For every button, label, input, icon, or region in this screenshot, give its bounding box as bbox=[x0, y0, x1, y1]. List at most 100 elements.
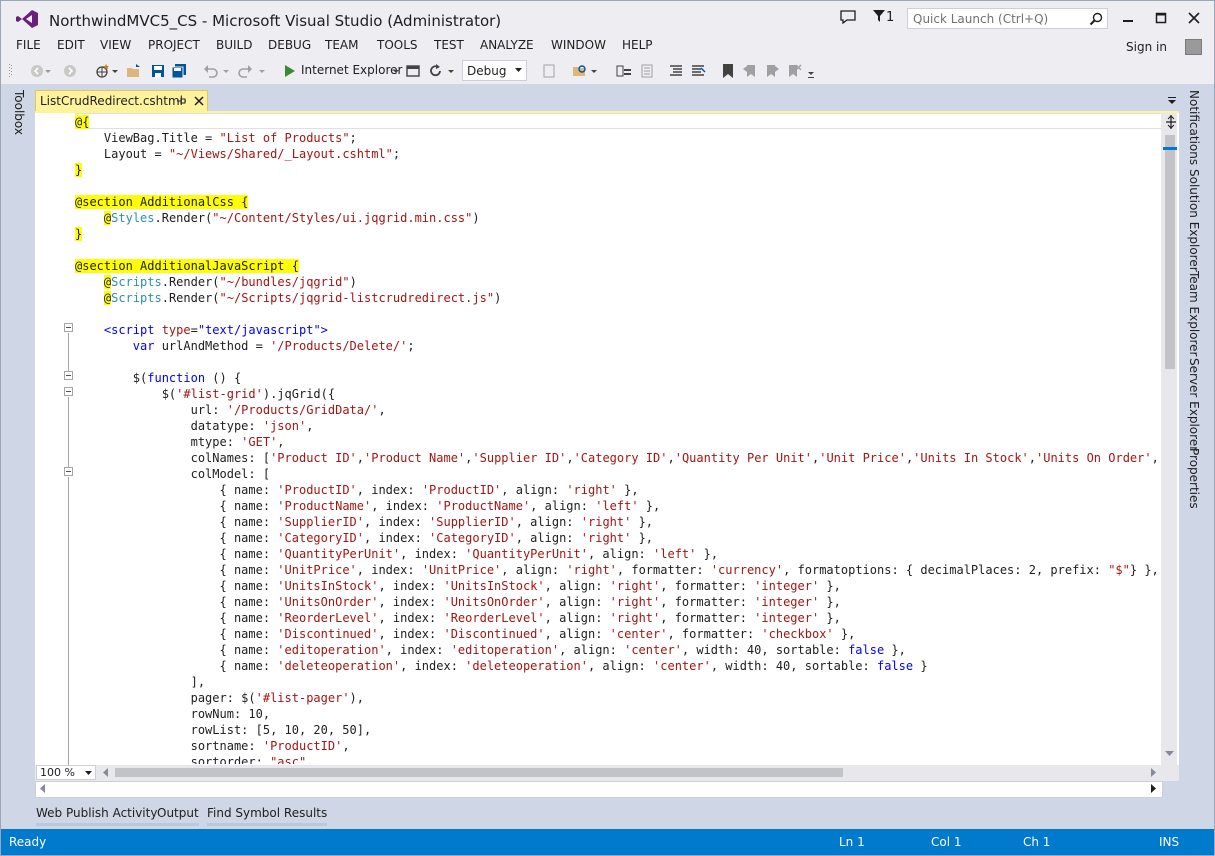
menu-build[interactable]: BUILD bbox=[216, 38, 252, 52]
menu-team[interactable]: TEAM bbox=[325, 38, 358, 52]
menu-test[interactable]: TEST bbox=[434, 38, 464, 52]
collapse-script-block-icon[interactable] bbox=[64, 323, 73, 332]
code-line[interactable]: { name: 'QuantityPerUnit', index: 'Quant… bbox=[75, 546, 718, 562]
comment-lines-icon[interactable] bbox=[668, 63, 684, 79]
find-symbol-results-tab[interactable]: Find Symbol Results bbox=[207, 806, 328, 826]
code-line[interactable]: { name: 'SupplierID', index: 'SupplierID… bbox=[75, 514, 653, 530]
code-line[interactable]: url: '/Products/GridData/', bbox=[75, 402, 386, 418]
notifications-tab[interactable]: Notifications bbox=[1187, 90, 1201, 165]
navigate-back-icon[interactable] bbox=[29, 63, 45, 79]
menu-view[interactable]: VIEW bbox=[100, 38, 131, 52]
code-line[interactable]: rowList: [5, 10, 20, 50], bbox=[75, 722, 372, 738]
menu-window[interactable]: WINDOW bbox=[551, 38, 606, 52]
navigate-forward-icon[interactable] bbox=[62, 63, 78, 79]
solution-configuration-select[interactable]: Debug bbox=[462, 60, 527, 81]
solution-explorer-icon[interactable] bbox=[616, 63, 632, 79]
run-target-dropdown-icon[interactable] bbox=[392, 63, 400, 79]
toolbar-grip-icon[interactable] bbox=[8, 63, 14, 79]
close-icon[interactable] bbox=[193, 95, 205, 107]
scroll-left-icon[interactable] bbox=[39, 784, 45, 793]
clear-bookmarks-icon[interactable] bbox=[786, 63, 802, 79]
new-project-dropdown-icon[interactable] bbox=[111, 63, 119, 79]
menu-edit[interactable]: EDIT bbox=[57, 38, 85, 52]
collapse-jqgrid-icon[interactable] bbox=[64, 387, 73, 396]
server-explorer-tab[interactable]: Server Explorer bbox=[1187, 358, 1201, 451]
code-line[interactable]: <script type="text/javascript"> bbox=[75, 322, 328, 338]
collapse-colmodel-icon[interactable] bbox=[64, 467, 73, 476]
code-line[interactable]: @{ bbox=[75, 114, 90, 130]
code-line[interactable]: @Scripts.Render("~/bundles/jqgrid") bbox=[75, 274, 357, 290]
close-window-button[interactable] bbox=[1179, 7, 1209, 29]
refresh-dropdown-icon[interactable] bbox=[447, 63, 455, 79]
code-line[interactable]: { name: 'CategoryID', index: 'CategoryID… bbox=[75, 530, 653, 546]
code-line[interactable]: } bbox=[75, 162, 83, 178]
browser-link-icon[interactable] bbox=[405, 63, 421, 79]
find-in-files-icon[interactable] bbox=[572, 63, 588, 79]
toolbox-tab[interactable]: Toolbox bbox=[12, 90, 26, 135]
toolbar-options-icon[interactable] bbox=[807, 63, 815, 79]
code-line[interactable]: ViewBag.Title = "List of Products"; bbox=[75, 130, 357, 146]
tab-overflow-dropdown-icon[interactable] bbox=[1167, 97, 1177, 105]
web-publish-activity-tab[interactable]: Web Publish Activity bbox=[36, 806, 158, 826]
refresh-icon[interactable] bbox=[428, 63, 444, 79]
code-line[interactable]: } bbox=[75, 226, 83, 242]
minimize-button[interactable] bbox=[1113, 7, 1143, 29]
solution-explorer-tab[interactable]: Solution Explorer bbox=[1187, 169, 1201, 272]
code-line[interactable]: Layout = "~/Views/Shared/_Layout.cshtml"… bbox=[75, 146, 400, 162]
team-explorer-tab[interactable]: Team Explorer bbox=[1187, 271, 1201, 357]
code-editor[interactable]: @{ ViewBag.Title = "List of Products"; L… bbox=[35, 111, 1179, 767]
quick-launch-input[interactable]: Quick Launch (Ctrl+Q) bbox=[907, 8, 1108, 29]
menu-debug[interactable]: DEBUG bbox=[268, 38, 311, 52]
find-dropdown-icon[interactable] bbox=[590, 63, 598, 79]
avatar[interactable] bbox=[1185, 39, 1202, 55]
properties-window-icon[interactable] bbox=[639, 63, 655, 79]
save-icon[interactable] bbox=[150, 63, 166, 79]
sign-in-link[interactable]: Sign in bbox=[1126, 40, 1167, 54]
undo-dropdown-icon[interactable] bbox=[222, 63, 230, 79]
split-window-icon[interactable] bbox=[1165, 115, 1177, 129]
menu-tools[interactable]: TOOLS bbox=[377, 38, 418, 52]
scroll-left-icon[interactable] bbox=[102, 768, 108, 777]
pin-icon[interactable] bbox=[175, 95, 187, 107]
code-line[interactable]: @section AdditionalJavaScript { bbox=[75, 258, 299, 274]
code-line[interactable]: { name: 'deleteoperation', index: 'delet… bbox=[75, 658, 927, 674]
menu-project[interactable]: PROJECT bbox=[148, 38, 200, 52]
attach-process-icon[interactable] bbox=[541, 63, 557, 79]
save-all-icon[interactable] bbox=[171, 63, 187, 79]
secondary-horizontal-scrollbar[interactable] bbox=[35, 781, 1163, 798]
back-dropdown-icon[interactable] bbox=[44, 63, 52, 79]
zoom-level-select[interactable]: 100 % bbox=[36, 765, 96, 780]
collapse-function-icon[interactable] bbox=[64, 371, 73, 380]
properties-tab[interactable]: Properties bbox=[1187, 448, 1201, 509]
code-line[interactable]: ], bbox=[75, 674, 205, 690]
vertical-scroll-thumb[interactable] bbox=[1165, 135, 1175, 369]
menu-analyze[interactable]: ANALYZE bbox=[480, 38, 534, 52]
code-line[interactable]: { name: 'ReorderLevel', index: 'ReorderL… bbox=[75, 610, 840, 626]
search-icon[interactable] bbox=[1089, 12, 1103, 26]
code-line[interactable]: @Scripts.Render("~/Scripts/jqgrid-listcr… bbox=[75, 290, 501, 306]
code-line[interactable]: var urlAndMethod = '/Products/Delete/'; bbox=[75, 338, 415, 354]
open-file-icon[interactable] bbox=[126, 63, 142, 79]
feedback-filter-icon[interactable] bbox=[873, 10, 885, 22]
code-line[interactable]: { name: 'UnitsOnOrder', index: 'UnitsOnO… bbox=[75, 594, 840, 610]
code-line[interactable]: { name: 'Discontinued', index: 'Disconti… bbox=[75, 626, 855, 642]
menu-help[interactable]: HELP bbox=[622, 38, 653, 52]
scroll-right-icon[interactable] bbox=[1151, 768, 1157, 777]
code-line[interactable]: { name: 'ProductName', index: 'ProductNa… bbox=[75, 498, 660, 514]
notifications-flag-icon[interactable] bbox=[840, 10, 856, 24]
code-line[interactable]: sortorder: "asc", bbox=[75, 754, 314, 764]
code-line[interactable]: mtype: 'GET', bbox=[75, 434, 285, 450]
bookmark-icon[interactable] bbox=[720, 63, 736, 79]
next-bookmark-icon[interactable] bbox=[764, 63, 780, 79]
redo-dropdown-icon[interactable] bbox=[258, 63, 266, 79]
code-line[interactable]: colModel: [ bbox=[75, 466, 270, 482]
code-line[interactable]: { name: 'UnitsInStock', index: 'UnitsInS… bbox=[75, 578, 840, 594]
code-line[interactable]: sortname: 'ProductID', bbox=[75, 738, 350, 754]
code-line[interactable]: @Styles.Render("~/Content/Styles/ui.jqgr… bbox=[75, 210, 480, 226]
code-line[interactable]: colNames: ['Product ID','Product Name','… bbox=[75, 450, 1163, 466]
code-line[interactable]: $('#list-grid').jqGrid({ bbox=[75, 386, 335, 402]
code-line[interactable]: pager: $('#list-pager'), bbox=[75, 690, 364, 706]
uncomment-lines-icon[interactable] bbox=[690, 63, 706, 79]
redo-icon[interactable] bbox=[237, 63, 253, 79]
previous-bookmark-icon[interactable] bbox=[742, 63, 758, 79]
